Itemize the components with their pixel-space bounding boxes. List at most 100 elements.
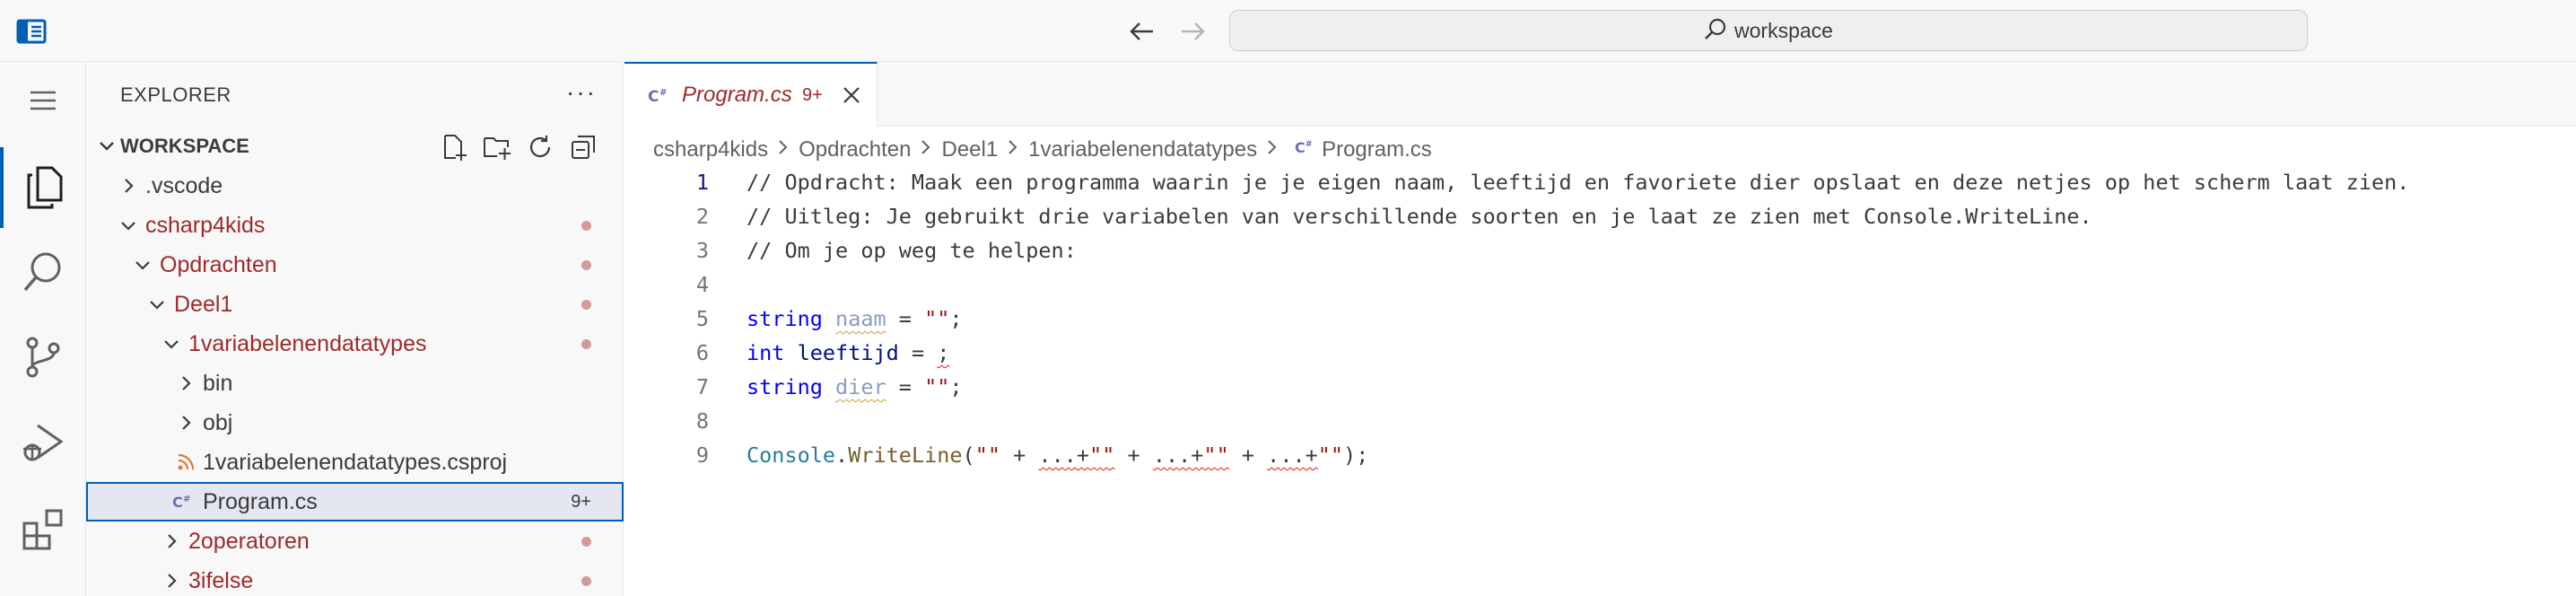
code-line: 4	[624, 267, 2576, 301]
line-number: 1	[695, 170, 709, 195]
run-debug-icon[interactable]	[0, 403, 86, 484]
command-center-text: workspace	[1734, 18, 1833, 42]
string-literal: ""	[924, 374, 950, 399]
breadcrumb-item[interactable]: Opdrachten	[799, 137, 911, 162]
tab-label: Program.cs	[682, 83, 792, 107]
tree-item-csharp4kids[interactable]: csharp4kids	[86, 206, 624, 245]
search-icon	[1704, 17, 1727, 45]
tree-item-vscode[interactable]: .vscode	[86, 166, 624, 206]
editor-area: C # Program.cs 9+ csharp4kids Opdrachten …	[624, 62, 2576, 596]
chevron-down-icon	[147, 294, 167, 314]
tree-item-bin[interactable]: bin	[86, 364, 624, 403]
modified-dot	[581, 537, 591, 547]
refresh-icon[interactable]	[525, 134, 555, 161]
tree-item-label: obj	[203, 409, 233, 435]
explorer-icon[interactable]	[0, 147, 86, 228]
chevron-down-icon	[97, 136, 117, 160]
operator: +	[1076, 443, 1090, 468]
code-text: // Opdracht: Maak een programma waarin j…	[747, 170, 2410, 195]
new-folder-icon[interactable]	[482, 134, 512, 161]
explorer-sidebar: EXPLORER ··· WORKSPACE .vscode csharp4ki…	[86, 62, 624, 596]
csharp-file-icon: C #	[1295, 137, 1316, 163]
code-line: 1 // Opdracht: Maak een programma waarin…	[624, 164, 2576, 198]
chevron-right-icon	[118, 176, 138, 196]
tree-item-3ifelse[interactable]: 3ifelse	[86, 561, 624, 596]
sidebar-header: EXPLORER ···	[86, 62, 624, 127]
operator: +	[1114, 443, 1153, 468]
sidebar-layout-icon[interactable]	[16, 18, 47, 45]
tree-item-label: 1variabelenendatatypes	[188, 330, 427, 356]
source-control-icon[interactable]	[0, 317, 86, 398]
tab-problems-count: 9+	[802, 84, 823, 105]
file-tree: .vscode csharp4kids Opdrachten Deel1 1va…	[86, 166, 624, 596]
arrow-left-icon[interactable]	[1127, 16, 1157, 47]
svg-text:#: #	[1305, 140, 1313, 149]
modified-dot	[581, 260, 591, 270]
code-line: 8	[624, 403, 2576, 437]
breadcrumb-item[interactable]: Deel1	[941, 137, 998, 162]
breadcrumb-item[interactable]: 1variabelenendatatypes	[1028, 137, 1257, 162]
csharp-file-icon: C #	[648, 85, 671, 111]
tree-item-opdrachten[interactable]: Opdrachten	[86, 245, 624, 285]
chevron-down-icon	[162, 334, 181, 354]
string-literal: ""	[1317, 443, 1344, 468]
modified-dot	[581, 221, 591, 231]
new-file-icon[interactable]	[439, 134, 469, 161]
line-number: 6	[695, 340, 709, 365]
close-icon[interactable]	[842, 85, 861, 110]
workspace-label: WORKSPACE	[120, 135, 249, 157]
more-actions-icon[interactable]: ···	[566, 78, 597, 107]
code-line: 7 string dier = "";	[624, 369, 2576, 403]
code-text: string naam = "";	[747, 306, 963, 331]
svg-text:#: #	[183, 495, 190, 504]
tab-program-cs[interactable]: C # Program.cs 9+	[624, 62, 878, 127]
command-center[interactable]: workspace	[1229, 10, 2308, 51]
string-literal: ""	[1089, 443, 1115, 468]
code-text: // Om je op weg te helpen:	[747, 238, 1077, 263]
line-number: 8	[695, 408, 709, 434]
tree-item-deel1[interactable]: Deel1	[86, 285, 624, 324]
title-bar: workspace	[0, 0, 2576, 62]
line-number: 2	[695, 204, 709, 229]
chevron-right-icon	[176, 413, 196, 433]
variable: dier	[835, 374, 886, 399]
modified-dot	[581, 576, 591, 586]
workspace-section-header[interactable]: WORKSPACE	[86, 127, 624, 166]
tree-item-1variabelenendatatypes[interactable]: 1variabelenendatatypes	[86, 324, 624, 364]
line-number: 9	[695, 443, 709, 468]
error-token: ...	[1038, 443, 1077, 468]
chevron-right-icon	[1266, 137, 1279, 162]
keyword: string	[747, 306, 823, 331]
variable: leeftijd	[797, 340, 899, 365]
search-icon[interactable]	[0, 232, 86, 312]
tree-item-2operatoren[interactable]: 2operatoren	[86, 522, 624, 561]
extensions-icon[interactable]	[0, 489, 86, 570]
tree-item-obj[interactable]: obj	[86, 403, 624, 443]
tree-item-label: Program.cs	[203, 488, 318, 514]
keyword: int	[747, 340, 785, 365]
tree-item-label: 3ifelse	[188, 567, 254, 593]
menu-icon[interactable]	[0, 69, 86, 132]
error-token: ...	[1152, 443, 1192, 468]
punctuation: ;	[949, 306, 963, 331]
tree-item-label: Opdrachten	[160, 251, 277, 277]
punctuation: ;	[949, 374, 963, 399]
rss-file-icon	[176, 452, 196, 472]
collapse-all-icon[interactable]	[568, 134, 598, 161]
operator: +	[1000, 443, 1039, 468]
chevron-right-icon	[162, 531, 181, 551]
line-number: 4	[695, 272, 709, 297]
tree-item-csproj[interactable]: 1variabelenendatatypes.csproj	[86, 443, 624, 482]
chevron-down-icon	[118, 215, 138, 235]
code-line: 3 // Om je op weg te helpen:	[624, 232, 2576, 267]
breadcrumb-item[interactable]: csharp4kids	[653, 137, 768, 162]
problems-count: 9+	[571, 491, 591, 512]
line-number: 7	[695, 374, 709, 399]
svg-text:C: C	[172, 494, 183, 511]
breadcrumb-item[interactable]: Program.cs	[1322, 137, 1432, 162]
arrow-right-icon[interactable]	[1177, 16, 1208, 47]
code-text: Console.WriteLine("" + ...+"" + ...+"" +…	[747, 443, 1368, 468]
code-text: int leeftijd = ;	[747, 340, 949, 365]
tree-item-program-cs[interactable]: C # Program.cs 9+	[86, 482, 624, 522]
tree-item-label: 2operatoren	[188, 528, 310, 554]
